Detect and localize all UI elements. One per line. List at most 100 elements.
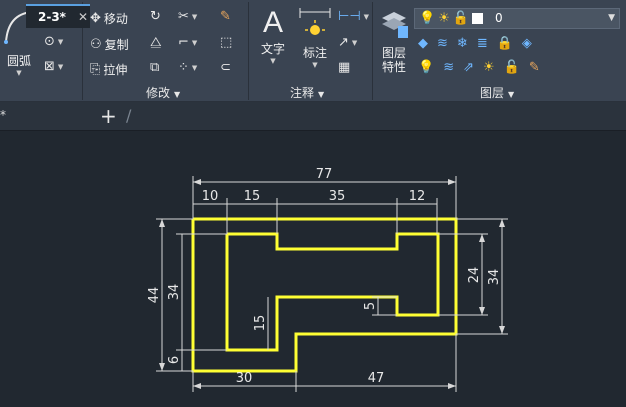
file-tab-bar	[0, 102, 626, 131]
layer-properties-button[interactable]: 图层 特性	[376, 6, 412, 74]
layer-tools-row-1: ◆ ≋ ❄ ≣ 🔒 ◈	[418, 37, 532, 51]
modify-title-label: 修改	[146, 86, 171, 100]
layer-dropdown[interactable]: 💡 ☀ 🔓 0 ▼	[414, 8, 620, 29]
layer-lock-icon[interactable]: ≣	[477, 37, 488, 51]
array-icon: ⁘	[178, 60, 189, 75]
trim-dropdown-icon[interactable]: ▼	[192, 13, 197, 21]
layer-on-icon[interactable]: 💡	[418, 61, 434, 75]
layer-thaw-icon[interactable]: ☀	[483, 61, 495, 75]
scale-icon: ⧉	[150, 60, 160, 75]
offset-button[interactable]: ⊂	[220, 61, 231, 75]
hatch-button[interactable]: ⊠ ▼	[44, 60, 63, 74]
move-icon: ✥	[90, 10, 101, 26]
text-icon: A	[262, 6, 283, 39]
dimension-bottom-30[interactable]: 30	[236, 371, 253, 386]
dimension-button[interactable]: 标注 ▼	[296, 6, 334, 69]
panel-separator	[372, 2, 373, 100]
tab-divider: /	[126, 106, 132, 125]
annotation-dropdown-icon: ▼	[318, 90, 325, 99]
hatch-dropdown-icon[interactable]: ▼	[58, 63, 63, 71]
tab-label: 2-3*	[38, 10, 66, 24]
layer-walk-icon[interactable]: ✎	[529, 61, 540, 75]
close-tab-icon[interactable]: ✕	[78, 10, 88, 24]
linear-dimension-icon: ⊢⊣	[338, 9, 361, 24]
dimension-inner-15[interactable]: 15	[253, 315, 268, 332]
dimension-dropdown-icon[interactable]: ▼	[296, 61, 334, 69]
layer-unisolate-icon[interactable]: ≋	[443, 61, 454, 75]
explode-button[interactable]: ⬚	[220, 36, 232, 50]
fillet-icon: ⌐	[178, 35, 189, 50]
dimension-top-10[interactable]: 10	[202, 189, 219, 204]
layer-make-current-icon[interactable]: ◈	[522, 37, 532, 51]
arc-dropdown-icon[interactable]: ▼	[2, 69, 36, 77]
hatch-icon: ⊠	[44, 59, 55, 74]
move-label: 移动	[103, 12, 128, 26]
ellipse-icon: ⊙	[44, 34, 55, 49]
dimension-label: 标注	[302, 46, 327, 60]
dimension-left-34[interactable]: 34	[167, 284, 182, 301]
scale-button[interactable]: ⧉	[150, 61, 159, 75]
copy-button[interactable]: ⚇ 复制	[90, 36, 129, 53]
annotation-panel-title[interactable]: 注释 ▼	[290, 84, 324, 101]
layer-unlock-icon[interactable]: 🔓	[504, 61, 520, 75]
dimension-left-44[interactable]: 44	[147, 287, 162, 304]
dimension-overall-width[interactable]: 77	[316, 167, 333, 182]
lightbulb-icon: 💡	[419, 10, 436, 26]
modify-panel-title[interactable]: 修改 ▼	[146, 84, 180, 101]
fillet-button[interactable]: ⌐ ▼	[178, 36, 197, 50]
layer-properties-icon	[382, 12, 408, 38]
fillet-dropdown-icon[interactable]: ▼	[192, 39, 197, 47]
trim-button[interactable]: ✂ ▼	[178, 10, 197, 24]
erase-icon: ✎	[220, 9, 231, 24]
dimension-top-12[interactable]: 12	[409, 189, 426, 204]
modify-dropdown-icon: ▼	[174, 90, 181, 99]
layer-dropdown-arrow-icon[interactable]: ▼	[608, 13, 615, 23]
leader-button[interactable]: ↗ ▼	[338, 36, 357, 50]
erase-button[interactable]: ✎	[220, 10, 231, 24]
leader-dropdown-icon[interactable]: ▼	[352, 39, 357, 47]
dimension-right-34[interactable]: 34	[487, 269, 502, 286]
dimension-top-35[interactable]: 35	[329, 189, 346, 204]
layer-isolate-icon[interactable]: ≋	[437, 37, 448, 51]
layer-off-icon[interactable]: ◆	[418, 37, 428, 51]
array-button[interactable]: ⁘ ▼	[178, 61, 197, 75]
arc-label: 圆弧	[6, 54, 31, 68]
dimension-inner-5[interactable]: 5	[363, 302, 378, 310]
rotate-button[interactable]: ↻	[150, 10, 161, 24]
explode-icon: ⬚	[220, 35, 233, 50]
annotation-title-label: 注释	[290, 86, 315, 100]
layer-lock-toggle-icon[interactable]: 🔒	[497, 37, 513, 51]
layer-freeze-icon[interactable]: ❄	[457, 37, 468, 51]
dimension-right-24[interactable]: 24	[467, 267, 482, 284]
drawing-canvas[interactable]: 77 10 15 35 12 30 47 44 34 6 24 34 15 5	[0, 131, 626, 407]
ellipse-dropdown-icon[interactable]: ▼	[58, 38, 63, 46]
text-dropdown-icon[interactable]: ▼	[256, 57, 290, 65]
dimension-bottom-47[interactable]: 47	[368, 371, 385, 386]
new-tab-icon[interactable]: +	[100, 104, 117, 128]
linear-dimension-button[interactable]: ⊢⊣ ▼	[338, 10, 369, 24]
text-button[interactable]: A 文字 ▼	[256, 6, 290, 65]
layers-dropdown-icon: ▼	[508, 90, 515, 99]
copy-label: 复制	[104, 38, 129, 52]
table-button[interactable]: ▦	[338, 61, 350, 75]
layer-properties-label-1: 图层	[381, 46, 406, 60]
panel-separator	[248, 2, 249, 100]
stretch-button[interactable]: ⎘ 拉伸	[90, 61, 127, 78]
layer-match-icon[interactable]: ⇗	[463, 61, 474, 75]
dimension-left-6[interactable]: 6	[167, 356, 182, 364]
layers-panel-title[interactable]: 图层 ▼	[480, 84, 514, 101]
ribbon: 圆弧 ▼ ▭▼ ⊙▼ ⊠▼ ✥移动 ⚇复制 ⎘拉伸 ↻ ⧋ ⧉ ✂▼ ⌐▼ ⁘▼…	[0, 0, 626, 102]
previous-tab-edge[interactable]: *	[0, 108, 6, 122]
linear-dimension-dropdown-icon[interactable]: ▼	[364, 13, 369, 21]
trim-icon: ✂	[178, 9, 189, 24]
dimension-top-15[interactable]: 15	[244, 189, 261, 204]
layers-title-label: 图层	[480, 86, 505, 100]
outer-profile[interactable]	[191, 217, 458, 373]
array-dropdown-icon[interactable]: ▼	[192, 64, 197, 72]
table-icon: ▦	[338, 60, 351, 75]
current-layer-value: 0	[495, 11, 503, 25]
ellipse-button[interactable]: ⊙ ▼	[44, 35, 63, 49]
tab-2-3[interactable]: 2-3* ✕	[26, 4, 90, 28]
move-button[interactable]: ✥ 移动	[90, 10, 128, 27]
mirror-button[interactable]: ⧋	[150, 36, 162, 50]
